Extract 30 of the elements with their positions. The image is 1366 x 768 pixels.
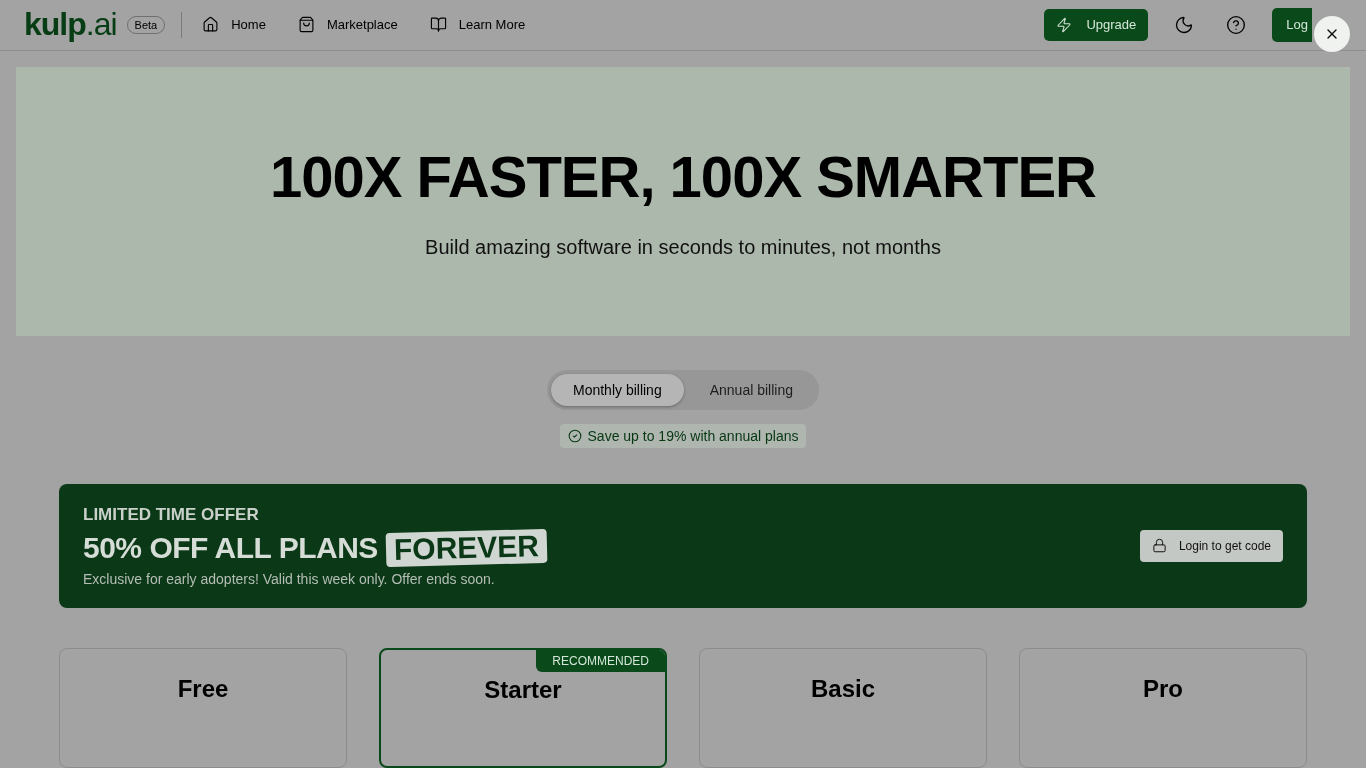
lightning-icon [1056,16,1073,33]
check-circle-icon [567,428,582,443]
home-icon [202,16,220,34]
offer-eyebrow: LIMITED TIME OFFER [83,504,260,525]
recommended-ribbon: RECOMMENDED [536,650,665,672]
offer-headline: 50% OFF ALL PLANS [83,530,378,565]
offer-description: Exclusive for early adopters! Valid this week only. Offer ends soon. [83,570,496,587]
upgrade-button[interactable]: Upgrade [1044,8,1149,41]
help-icon [1226,14,1247,35]
plan-name: Basic [810,675,875,704]
plan-name: Starter [484,676,562,705]
billing-tab[interactable]: Annual billing [687,373,815,406]
hero-title: 100X FASTER, 100X SMARTER [270,143,1096,211]
savings-text: Save up to 19% with annual plans [587,427,799,444]
logo[interactable]: kulp.ai [24,6,117,44]
plan-name: Pro [1143,675,1183,704]
login-code-button[interactable]: Login to get code [1139,529,1283,562]
lock-icon [1151,538,1167,554]
nav-link[interactable]: Marketplace [297,16,398,34]
nav-link[interactable]: Learn More [429,16,526,34]
moon-icon [1174,14,1195,35]
hero-subtitle: Build amazing software in seconds to minutes, not months [425,236,941,260]
book-icon [429,16,447,34]
billing-tab[interactable]: Monthly billing [551,373,684,406]
nav-link[interactable]: Home [202,16,266,34]
login-button[interactable]: Log [1272,7,1312,42]
close-button[interactable] [1314,16,1350,52]
plan-name: Free [177,675,229,704]
bag-icon [297,16,315,34]
offer-highlight: FOREVER [385,528,548,568]
